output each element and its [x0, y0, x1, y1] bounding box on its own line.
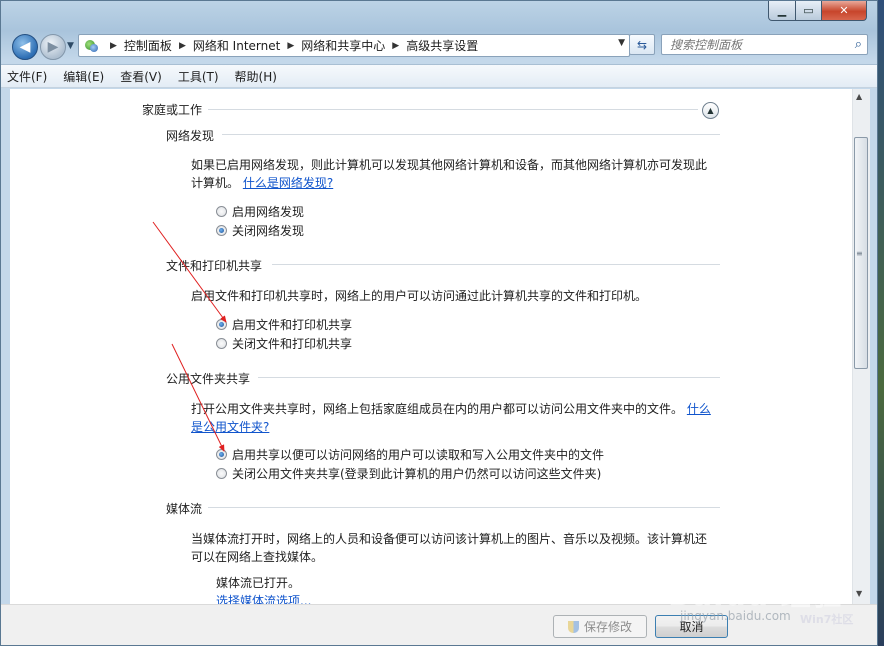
- radio-enable-network-discovery[interactable]: 启用网络发现: [216, 203, 304, 220]
- media-streaming-title: 媒体流: [166, 502, 203, 516]
- save-changes-label: 保存修改: [583, 620, 632, 634]
- menu-file[interactable]: 文件(F): [7, 68, 47, 85]
- radio-label: 关闭网络发现: [232, 224, 305, 238]
- maximize-icon: ▭: [803, 4, 814, 17]
- radio-button-icon: [216, 206, 227, 217]
- desktop-background-edge: [878, 0, 884, 646]
- description-text: 打开公用文件夹共享时，网络上包括家庭组成员在内的用户都可以访问公用文件夹中的文件…: [191, 402, 684, 416]
- forward-arrow-icon: ▶: [47, 39, 59, 55]
- close-icon: ✕: [839, 4, 849, 17]
- explorer-window: ▁ ▭ ✕ ◀ ▶ ▼ ▶ 控制面板 ▶ 网络和 Internet ▶ 网络和共…: [0, 0, 878, 646]
- breadcrumb-separator-icon[interactable]: ▶: [392, 41, 399, 51]
- radio-disable-file-printer-sharing[interactable]: 关闭文件和打印机共享: [216, 335, 352, 352]
- file-printer-sharing-title: 文件和打印机共享: [166, 259, 263, 273]
- network-discovery-title: 网络发现: [166, 129, 215, 143]
- description-text: 当媒体流打开时，网络上的人员和设备便可以访问该计算机上的图片、音乐以及视频。该计…: [191, 532, 708, 546]
- settings-content: 家庭或工作 ▲ 网络发现 如果已启用网络发现，则此计算机可以发现其他网络计算机和…: [10, 89, 870, 604]
- menu-bar: 文件(F) 编辑(E) 查看(V) 工具(T) 帮助(H): [1, 64, 877, 88]
- chevron-up-icon: ▲: [707, 106, 714, 115]
- radio-label: 启用文件和打印机共享: [232, 318, 353, 332]
- radio-label: 启用共享以便可以访问网络的用户可以读取和写入公用文件夹中的文件: [232, 448, 605, 462]
- win7-community-logo: Win7社区: [800, 613, 854, 626]
- breadcrumb-control-panel[interactable]: 控制面板: [124, 37, 172, 54]
- scroll-up-icon[interactable]: ▲: [856, 92, 862, 101]
- back-arrow-icon: ◀: [19, 39, 31, 55]
- menu-tools[interactable]: 工具(T): [178, 68, 219, 85]
- breadcrumb-separator-icon[interactable]: ▶: [179, 41, 186, 51]
- uac-shield-icon: [567, 620, 579, 633]
- radio-label: 关闭公用文件夹共享(登录到此计算机的用户仍然可以访问这些文件夹): [232, 467, 602, 481]
- what-is-network-discovery-link[interactable]: 什么是网络发现?: [243, 176, 333, 190]
- refresh-button[interactable]: ⇆: [629, 34, 655, 55]
- back-button[interactable]: ◀: [12, 34, 38, 60]
- menu-help[interactable]: 帮助(H): [235, 68, 277, 85]
- radio-enable-file-printer-sharing[interactable]: 启用文件和打印机共享: [216, 316, 352, 333]
- divider: [208, 507, 720, 508]
- breadcrumb: ▶ 控制面板 ▶ 网络和 Internet ▶ 网络和共享中心 ▶ 高级共享设置: [79, 37, 478, 54]
- search-box[interactable]: ⌕: [661, 34, 868, 55]
- divider: [258, 377, 720, 378]
- description-text: 可以在网络上查找媒体。: [191, 550, 324, 564]
- watermark-url: jingyan.baidu.com: [680, 609, 791, 623]
- address-dropdown-icon[interactable]: ▼: [618, 38, 625, 48]
- choose-media-streaming-options-link[interactable]: 选择媒体流选项...: [216, 592, 311, 604]
- divider: [222, 134, 720, 135]
- radio-disable-network-discovery[interactable]: 关闭网络发现: [216, 222, 304, 239]
- breadcrumb-network-internet[interactable]: 网络和 Internet: [193, 37, 280, 54]
- breadcrumb-separator-icon[interactable]: ▶: [110, 41, 117, 51]
- network-discovery-description: 如果已启用网络发现，则此计算机可以发现其他网络计算机和设备，而其他网络计算机亦可…: [191, 156, 721, 192]
- file-printer-sharing-description: 启用文件和打印机共享时，网络上的用户可以访问通过此计算机共享的文件和打印机。: [191, 289, 648, 303]
- menu-view[interactable]: 查看(V): [120, 68, 162, 85]
- radio-button-icon: [216, 338, 227, 349]
- profile-title: 家庭或工作: [142, 103, 203, 117]
- maximize-button[interactable]: ▭: [796, 1, 822, 21]
- breadcrumb-advanced-sharing[interactable]: 高级共享设置: [406, 37, 478, 54]
- scroll-down-icon[interactable]: ▼: [856, 589, 862, 598]
- public-folder-sharing-title: 公用文件夹共享: [166, 372, 251, 386]
- minimize-button[interactable]: ▁: [768, 1, 796, 21]
- collapse-profile-button[interactable]: ▲: [702, 102, 719, 119]
- radio-label: 启用网络发现: [232, 205, 305, 219]
- caption-buttons: ▁ ▭ ✕: [768, 1, 867, 21]
- scroll-grip-icon: ≡: [856, 249, 863, 258]
- radio-button-icon: [216, 468, 227, 479]
- breadcrumb-network-sharing-center[interactable]: 网络和共享中心: [301, 37, 385, 54]
- refresh-icon: ⇆: [636, 37, 648, 52]
- vertical-scrollbar[interactable]: ▲ ≡ ▼: [852, 89, 870, 604]
- minimize-icon: ▁: [777, 4, 787, 17]
- menu-edit[interactable]: 编辑(E): [63, 68, 104, 85]
- radio-label: 关闭文件和打印机共享: [232, 337, 353, 351]
- save-changes-button[interactable]: 保存修改: [553, 615, 647, 638]
- radio-button-icon: [216, 319, 227, 330]
- recent-pages-dropdown[interactable]: ▼: [67, 41, 74, 51]
- address-bar[interactable]: ▶ 控制面板 ▶ 网络和 Internet ▶ 网络和共享中心 ▶ 高级共享设置…: [78, 34, 630, 57]
- public-folder-sharing-description: 打开公用文件夹共享时，网络上包括家庭组成员在内的用户都可以访问公用文件夹中的文件…: [191, 400, 731, 436]
- network-icon: [83, 39, 99, 53]
- radio-enable-public-folder-sharing[interactable]: 启用共享以便可以访问网络的用户可以读取和写入公用文件夹中的文件: [216, 446, 604, 463]
- link-text[interactable]: 是公用文件夹?: [191, 420, 269, 434]
- radio-button-icon: [216, 449, 227, 460]
- search-icon[interactable]: ⌕: [855, 37, 862, 52]
- media-streaming-status: 媒体流已打开。: [216, 576, 301, 590]
- divider: [208, 109, 698, 110]
- description-text: 计算机。: [191, 176, 240, 190]
- breadcrumb-separator-icon[interactable]: ▶: [287, 41, 294, 51]
- radio-button-icon: [216, 225, 227, 236]
- close-button[interactable]: ✕: [822, 1, 867, 21]
- divider: [272, 264, 720, 265]
- description-text: 如果已启用网络发现，则此计算机可以发现其他网络计算机和设备，而其他网络计算机亦可…: [191, 158, 708, 172]
- radio-disable-public-folder-sharing[interactable]: 关闭公用文件夹共享(登录到此计算机的用户仍然可以访问这些文件夹): [216, 465, 601, 482]
- media-streaming-description: 当媒体流打开时，网络上的人员和设备便可以访问该计算机上的图片、音乐以及视频。该计…: [191, 530, 731, 566]
- baidu-watermark: Baidu 经验: [668, 578, 843, 613]
- search-input[interactable]: [668, 35, 852, 55]
- forward-button[interactable]: ▶: [40, 34, 66, 60]
- link-text[interactable]: 什么: [687, 402, 711, 416]
